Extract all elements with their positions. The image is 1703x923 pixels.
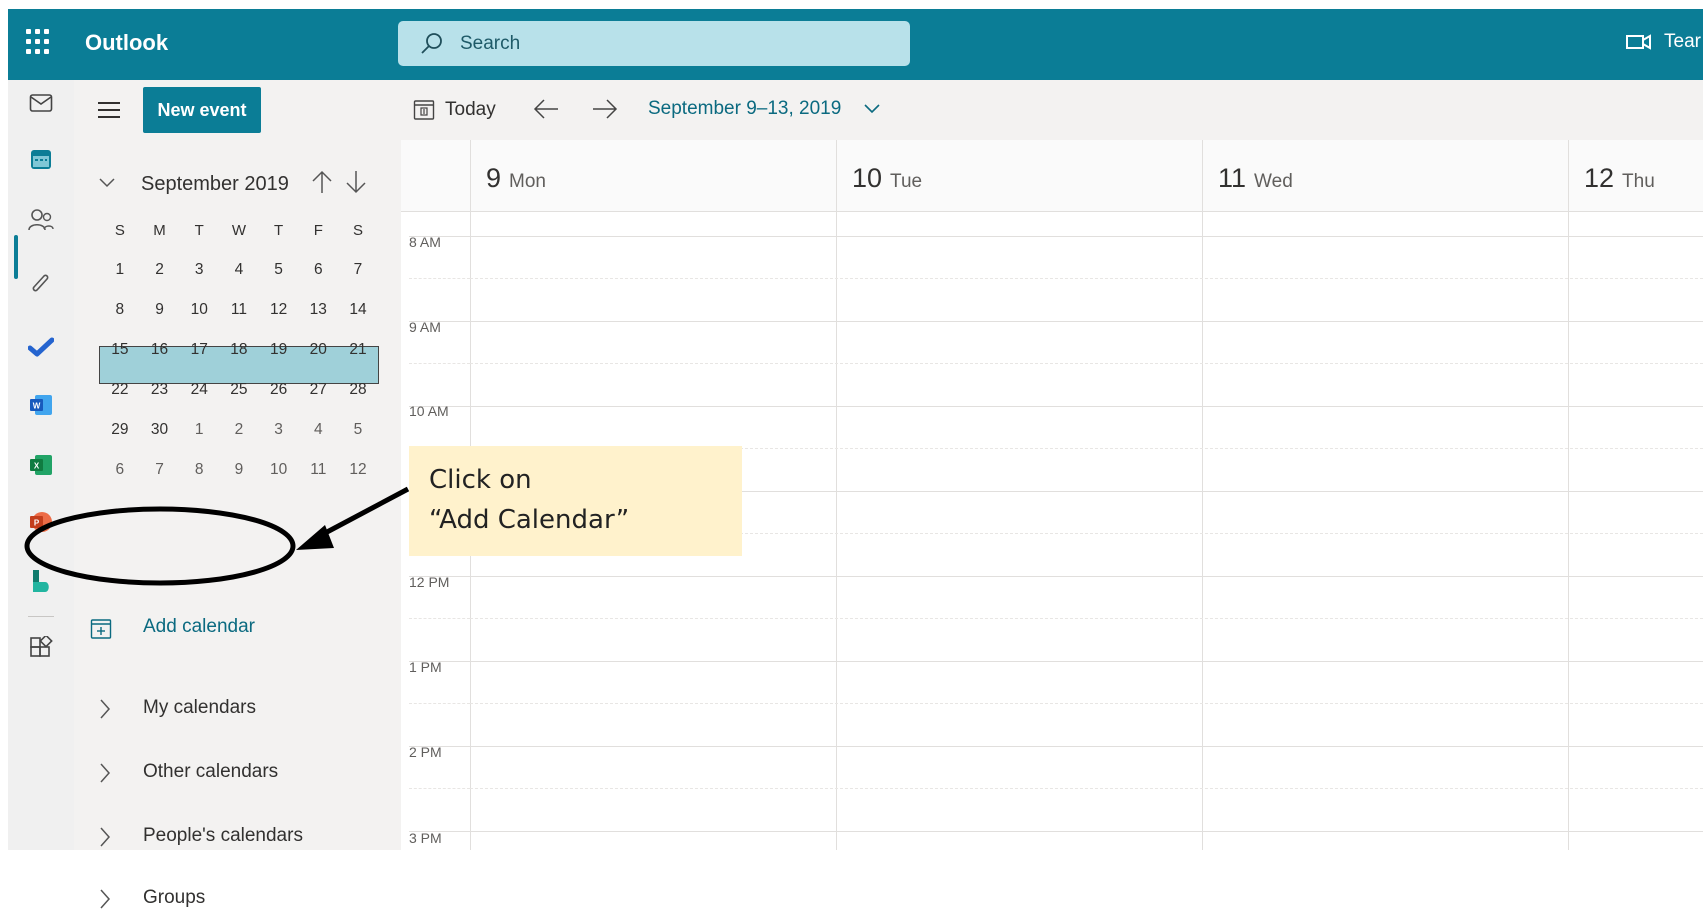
chevron-right-icon (100, 889, 111, 909)
group-label: Groups (143, 887, 206, 908)
mini-calendar-day[interactable]: 5 (338, 421, 378, 439)
mini-calendar-day[interactable]: 15 (100, 341, 140, 359)
weekday-label: F (313, 221, 323, 239)
mini-calendar-day[interactable]: 22 (100, 381, 140, 399)
mini-calendar-day[interactable]: 10 (179, 301, 219, 319)
callout-line: Click on (429, 465, 532, 495)
mini-calendar-day[interactable]: 19 (259, 341, 299, 359)
mini-calendar-day[interactable]: 6 (298, 261, 338, 279)
instruction-callout: Click on “Add Calendar” (409, 446, 742, 556)
mini-calendar-day[interactable]: 12 (338, 461, 378, 479)
mini-calendar-day[interactable]: 24 (179, 381, 219, 399)
mini-calendar-day[interactable]: 13 (298, 301, 338, 319)
callout-line: “Add Calendar” (429, 505, 630, 535)
weekday-label: T (274, 221, 284, 239)
mini-calendar-day[interactable]: 9 (219, 461, 259, 479)
mini-calendar-day[interactable]: 18 (219, 341, 259, 359)
mini-calendar-day[interactable]: 4 (219, 261, 259, 279)
mini-calendar-day[interactable]: 7 (338, 261, 378, 279)
mini-calendar-day[interactable]: 29 (100, 421, 140, 439)
weekday-label: T (194, 221, 204, 239)
mini-calendar-day[interactable]: 2 (140, 261, 180, 279)
weekday-label: S (352, 221, 363, 239)
mini-calendar-day[interactable]: 30 (140, 421, 180, 439)
mini-calendar-day[interactable]: 9 (140, 301, 180, 319)
mini-calendar-day[interactable]: 16 (140, 341, 180, 359)
highlight-ellipse (24, 506, 296, 586)
mini-calendar-day[interactable]: 26 (259, 381, 299, 399)
weekday-label: S (114, 221, 125, 239)
mini-calendar-day[interactable]: 23 (140, 381, 180, 399)
mini-calendar-day[interactable]: 7 (140, 461, 180, 479)
weekday-label: W (231, 221, 246, 239)
mini-calendar-day[interactable]: 28 (338, 381, 378, 399)
mini-calendar-day[interactable]: 27 (298, 381, 338, 399)
mini-calendar-day[interactable]: 12 (259, 301, 299, 319)
mini-calendar-day[interactable]: 5 (259, 261, 299, 279)
mini-calendar-day[interactable]: 25 (219, 381, 259, 399)
weekday-label: M (153, 221, 166, 239)
mini-calendar-day[interactable]: 2 (219, 421, 259, 439)
mini-calendar-day[interactable]: 11 (219, 301, 259, 319)
mini-calendar-day[interactable]: 3 (259, 421, 299, 439)
mini-calendar-day[interactable]: 4 (298, 421, 338, 439)
mini-calendar-day[interactable]: 20 (298, 341, 338, 359)
mini-calendar-day[interactable]: 8 (100, 301, 140, 319)
group-groups[interactable]: Groups (74, 875, 401, 923)
mini-calendar-day[interactable]: 8 (179, 461, 219, 479)
mini-calendar-day[interactable]: 17 (179, 341, 219, 359)
mini-calendar-day[interactable]: 3 (179, 261, 219, 279)
mini-calendar-day[interactable]: 1 (179, 421, 219, 439)
mini-calendar-day[interactable]: 1 (100, 261, 140, 279)
mini-calendar-day[interactable]: 14 (338, 301, 378, 319)
mini-calendar-day[interactable]: 6 (100, 461, 140, 479)
mini-calendar-day[interactable]: 10 (259, 461, 299, 479)
mini-calendar-day[interactable]: 21 (338, 341, 378, 359)
mini-calendar-day[interactable]: 11 (298, 461, 338, 479)
